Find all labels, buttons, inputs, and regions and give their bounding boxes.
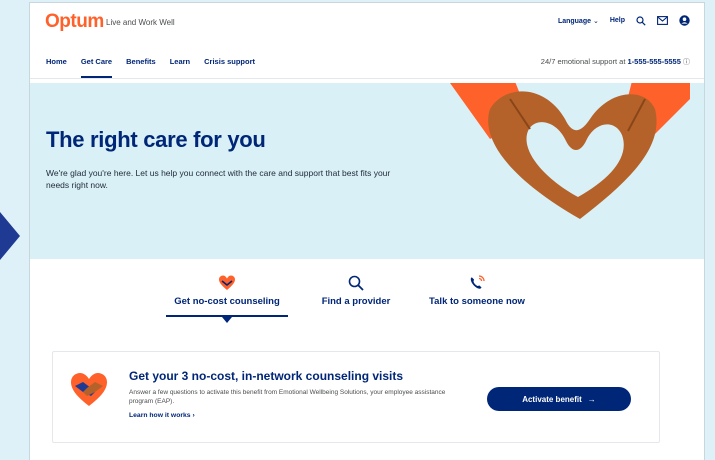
nav-item-crisis-support[interactable]: Crisis support: [204, 57, 255, 78]
account-button[interactable]: [679, 15, 690, 26]
browser-page: Optum Live and Work Well Language ⌄ Help…: [29, 2, 705, 460]
chevron-down-icon: ⌄: [592, 17, 599, 25]
counseling-benefit-card: Get your 3 no-cost, in-network counselin…: [52, 351, 660, 443]
nav-item-get-care[interactable]: Get Care: [80, 57, 113, 78]
arrow-right-icon: →: [587, 394, 596, 404]
hero-body: We're glad you're here. Let us help you …: [46, 168, 391, 190]
top-header: Optum Live and Work Well Language ⌄ Help: [30, 3, 704, 41]
hero-banner: The right care for you We're glad you're…: [30, 83, 704, 259]
tab-label: Talk to someone now: [429, 296, 525, 307]
heart-hands-icon: [219, 275, 235, 290]
activate-benefit-button[interactable]: Activate benefit →: [487, 387, 631, 411]
language-label: Language: [557, 17, 591, 25]
tab-find-a-provider[interactable]: Find a provider: [314, 275, 398, 307]
tab-talk-to-someone-now[interactable]: Talk to someone now: [420, 275, 534, 307]
support-phone-link[interactable]: 1-555-555-5555: [628, 57, 681, 66]
tab-label: Find a provider: [321, 296, 391, 307]
learn-how-it-works-link[interactable]: Learn how it works ›: [129, 412, 195, 419]
learn-link-label: Learn how it works: [129, 412, 191, 419]
tagline: Live and Work Well: [106, 18, 175, 27]
support-line: 24/7 emotional support at 1-555-555-5555…: [541, 57, 690, 67]
phone-icon: [470, 275, 485, 289]
nav-item-benefits[interactable]: Benefits: [126, 57, 156, 78]
nav-item-home[interactable]: Home: [46, 57, 67, 78]
nav-item-learn[interactable]: Learn: [170, 57, 190, 78]
nav-links: Home Get Care Benefits Learn Crisis supp…: [46, 57, 255, 78]
support-prefix: 24/7 emotional support at: [540, 57, 628, 66]
envelope-icon: [657, 16, 668, 25]
card-title: Get your 3 no-cost, in-network counselin…: [129, 369, 404, 383]
search-icon: [636, 15, 646, 26]
tab-label: Get no-cost counseling: [174, 296, 280, 307]
carousel-arrow-indicator: [0, 212, 20, 260]
search-button[interactable]: [636, 15, 646, 26]
hero-title: The right care for you: [46, 127, 266, 152]
info-icon[interactable]: ⓘ: [683, 59, 690, 66]
heart-hands-illustration-icon: [450, 83, 690, 219]
heart-handshake-icon: [71, 373, 107, 406]
messages-button[interactable]: [657, 16, 668, 25]
card-description: Answer a few questions to activate this …: [129, 389, 446, 405]
user-account-icon: [679, 15, 690, 26]
optum-logo[interactable]: Optum: [45, 11, 104, 33]
language-selector[interactable]: Language ⌄: [558, 17, 599, 25]
chevron-right-icon: ›: [192, 412, 195, 419]
active-tab-pointer: [222, 317, 232, 323]
tab-get-no-cost-counseling[interactable]: Get no-cost counseling: [166, 275, 288, 323]
care-options-tabs: Get no-cost counseling Find a provider T…: [30, 275, 704, 325]
button-label: Activate benefit: [522, 394, 582, 404]
search-icon: [348, 275, 364, 291]
utility-bar: Language ⌄ Help: [558, 15, 690, 26]
help-link[interactable]: Help: [610, 17, 625, 24]
main-nav: Home Get Care Benefits Learn Crisis supp…: [30, 45, 704, 79]
